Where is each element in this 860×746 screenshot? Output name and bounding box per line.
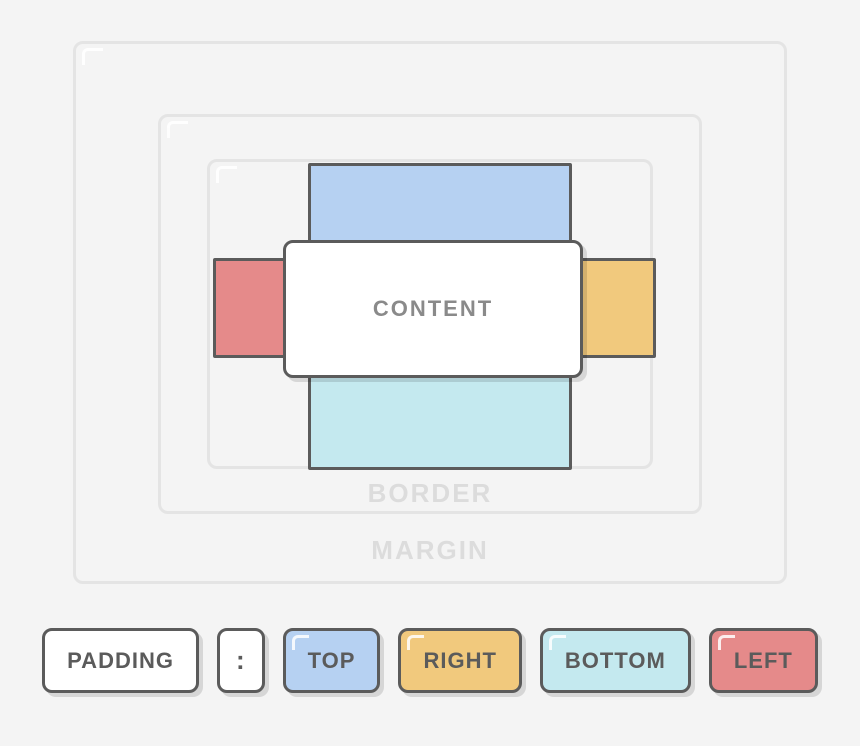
legend-right: RIGHT: [398, 628, 521, 693]
content-label: CONTENT: [373, 296, 493, 322]
legend-left: LEFT: [709, 628, 818, 693]
padding-bottom-strip: [308, 370, 572, 470]
legend-bottom: BOTTOM: [540, 628, 691, 693]
legend-property: PADDING: [42, 628, 199, 693]
legend-colon: :: [217, 628, 265, 693]
legend-top: TOP: [283, 628, 381, 693]
legend-row: PADDING : TOP RIGHT BOTTOM LEFT: [0, 628, 860, 693]
content-box: CONTENT: [283, 240, 583, 378]
